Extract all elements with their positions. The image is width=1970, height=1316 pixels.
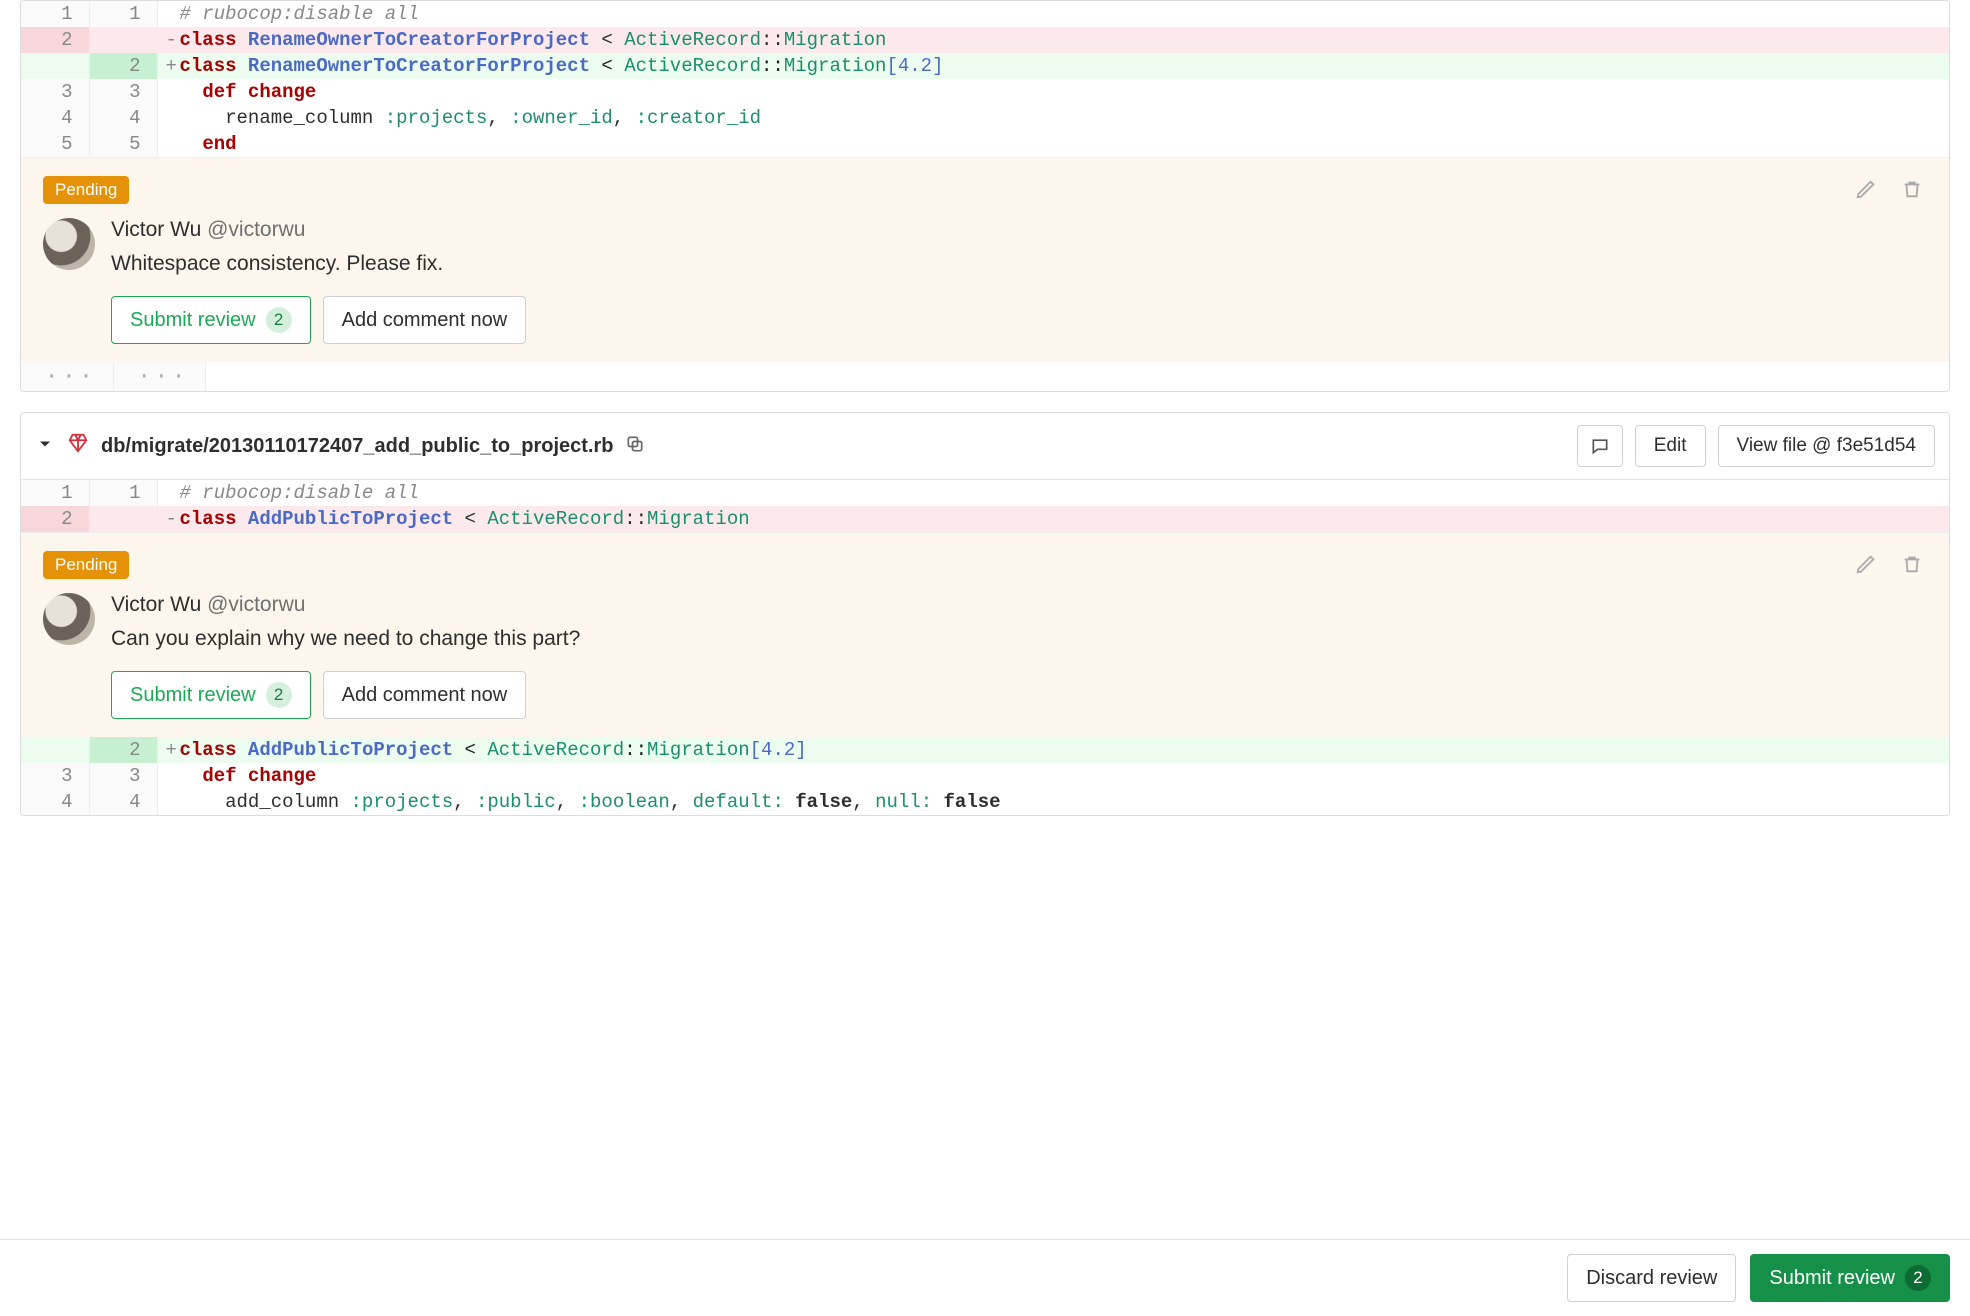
expand-down-icon[interactable]: ··· <box>118 364 190 389</box>
add-comment-now-button[interactable]: Add comment now <box>323 671 527 719</box>
review-comment-1: Pending Victor Wu @victorwu Whitespace c… <box>21 157 1949 362</box>
expand-dots: ··· ··· <box>21 362 1949 391</box>
delete-comment-icon[interactable] <box>1897 549 1927 579</box>
submit-review-button[interactable]: Submit review 2 <box>111 671 311 719</box>
code-cell: rename_column :projects, :owner_id, :cre… <box>157 105 1949 131</box>
diff-line[interactable]: 33 def change <box>21 79 1949 105</box>
submit-review-footer-button[interactable]: Submit review 2 <box>1750 1254 1950 1302</box>
new-line-number[interactable]: 4 <box>89 105 157 131</box>
author-name[interactable]: Victor Wu <box>111 593 201 616</box>
add-comment-now-button[interactable]: Add comment now <box>323 296 527 344</box>
file-path[interactable]: db/migrate/20130110172407_add_public_to_… <box>101 435 613 458</box>
old-line-number[interactable] <box>21 53 89 79</box>
edit-comment-icon[interactable] <box>1851 549 1881 579</box>
code-cell: def change <box>157 79 1949 105</box>
code-cell: def change <box>157 763 1949 789</box>
diff-line[interactable]: 11# rubocop:disable all <box>21 480 1949 506</box>
diff-table-2a: 11# rubocop:disable all2-class AddPublic… <box>21 480 1949 532</box>
edit-file-button[interactable]: Edit <box>1635 425 1706 467</box>
old-line-number[interactable]: 3 <box>21 79 89 105</box>
review-count-badge: 2 <box>266 682 292 708</box>
copy-path-icon[interactable] <box>625 434 645 459</box>
new-line-number[interactable]: 2 <box>89 737 157 763</box>
review-comment-2: Pending Victor Wu @victorwu Can you expl… <box>21 532 1949 737</box>
diff-table-2b: 2+class AddPublicToProject < ActiveRecor… <box>21 737 1949 815</box>
diff-line[interactable]: 33 def change <box>21 763 1949 789</box>
pending-badge: Pending <box>43 176 129 204</box>
old-line-number[interactable]: 2 <box>21 506 89 532</box>
code-cell: # rubocop:disable all <box>157 1 1949 27</box>
code-cell: +class RenameOwnerToCreatorForProject < … <box>157 53 1949 79</box>
collapse-chevron-icon[interactable] <box>35 434 55 459</box>
avatar[interactable] <box>43 593 95 645</box>
code-cell: # rubocop:disable all <box>157 480 1949 506</box>
diff-line[interactable]: 2 -class AddPublicToProject < ActiveRecor… <box>21 506 1949 532</box>
diff-line[interactable]: 2+class AddPublicToProject < ActiveRecor… <box>21 737 1949 763</box>
new-line-number[interactable]: 3 <box>89 79 157 105</box>
new-line-number[interactable] <box>89 506 157 532</box>
review-count-badge: 2 <box>266 307 292 333</box>
author-name[interactable]: Victor Wu <box>111 218 201 241</box>
new-line-number[interactable]: 2 <box>89 53 157 79</box>
old-line-number[interactable]: 4 <box>21 105 89 131</box>
view-file-button[interactable]: View file @ f3e51d54 <box>1718 425 1936 467</box>
diff-line[interactable]: 11# rubocop:disable all <box>21 1 1949 27</box>
old-line-number[interactable]: 4 <box>21 789 89 815</box>
discard-review-button[interactable]: Discard review <box>1567 1254 1736 1302</box>
code-cell: end <box>157 131 1949 157</box>
diff-panel-2: db/migrate/20130110172407_add_public_to_… <box>20 412 1950 816</box>
comment-text: Whitespace consistency. Please fix. <box>111 252 1927 276</box>
delete-comment-icon[interactable] <box>1897 174 1927 204</box>
expand-up-icon[interactable]: ··· <box>25 364 97 389</box>
new-line-number[interactable]: 1 <box>89 480 157 506</box>
diff-table-1: 11# rubocop:disable all2-class RenameOwn… <box>21 1 1949 157</box>
avatar[interactable] <box>43 218 95 270</box>
old-line-number[interactable] <box>21 737 89 763</box>
pending-badge: Pending <box>43 551 129 579</box>
new-line-number[interactable]: 3 <box>89 763 157 789</box>
toggle-comments-icon[interactable] <box>1577 425 1623 467</box>
comment-text: Can you explain why we need to change th… <box>111 627 1927 651</box>
review-count-badge: 2 <box>1905 1265 1931 1291</box>
file-header: db/migrate/20130110172407_add_public_to_… <box>21 413 1949 480</box>
new-line-number[interactable]: 5 <box>89 131 157 157</box>
old-line-number[interactable]: 1 <box>21 480 89 506</box>
diff-line[interactable]: 2 -class RenameOwnerToCreatorForProject <… <box>21 27 1949 53</box>
diff-line[interactable]: 44 rename_column :projects, :owner_id, :… <box>21 105 1949 131</box>
code-cell: -class AddPublicToProject < ActiveRecord… <box>157 506 1949 532</box>
new-line-number[interactable]: 1 <box>89 1 157 27</box>
new-line-number[interactable] <box>89 27 157 53</box>
submit-review-button[interactable]: Submit review 2 <box>111 296 311 344</box>
old-line-number[interactable]: 5 <box>21 131 89 157</box>
review-footer-bar: Discard review Submit review 2 <box>0 1239 1970 1316</box>
old-line-number[interactable]: 1 <box>21 1 89 27</box>
code-cell: -class RenameOwnerToCreatorForProject < … <box>157 27 1949 53</box>
ruby-file-icon <box>67 432 89 460</box>
code-cell: +class AddPublicToProject < ActiveRecord… <box>157 737 1949 763</box>
new-line-number[interactable]: 4 <box>89 789 157 815</box>
old-line-number[interactable]: 3 <box>21 763 89 789</box>
author-handle[interactable]: @victorwu <box>207 593 305 616</box>
old-line-number[interactable]: 2 <box>21 27 89 53</box>
code-cell: add_column :projects, :public, :boolean,… <box>157 789 1949 815</box>
diff-line[interactable]: 2+class RenameOwnerToCreatorForProject <… <box>21 53 1949 79</box>
diff-panel-1: 11# rubocop:disable all2-class RenameOwn… <box>20 0 1950 392</box>
edit-comment-icon[interactable] <box>1851 174 1881 204</box>
diff-line[interactable]: 44 add_column :projects, :public, :boole… <box>21 789 1949 815</box>
diff-line[interactable]: 55 end <box>21 131 1949 157</box>
author-handle[interactable]: @victorwu <box>207 218 305 241</box>
